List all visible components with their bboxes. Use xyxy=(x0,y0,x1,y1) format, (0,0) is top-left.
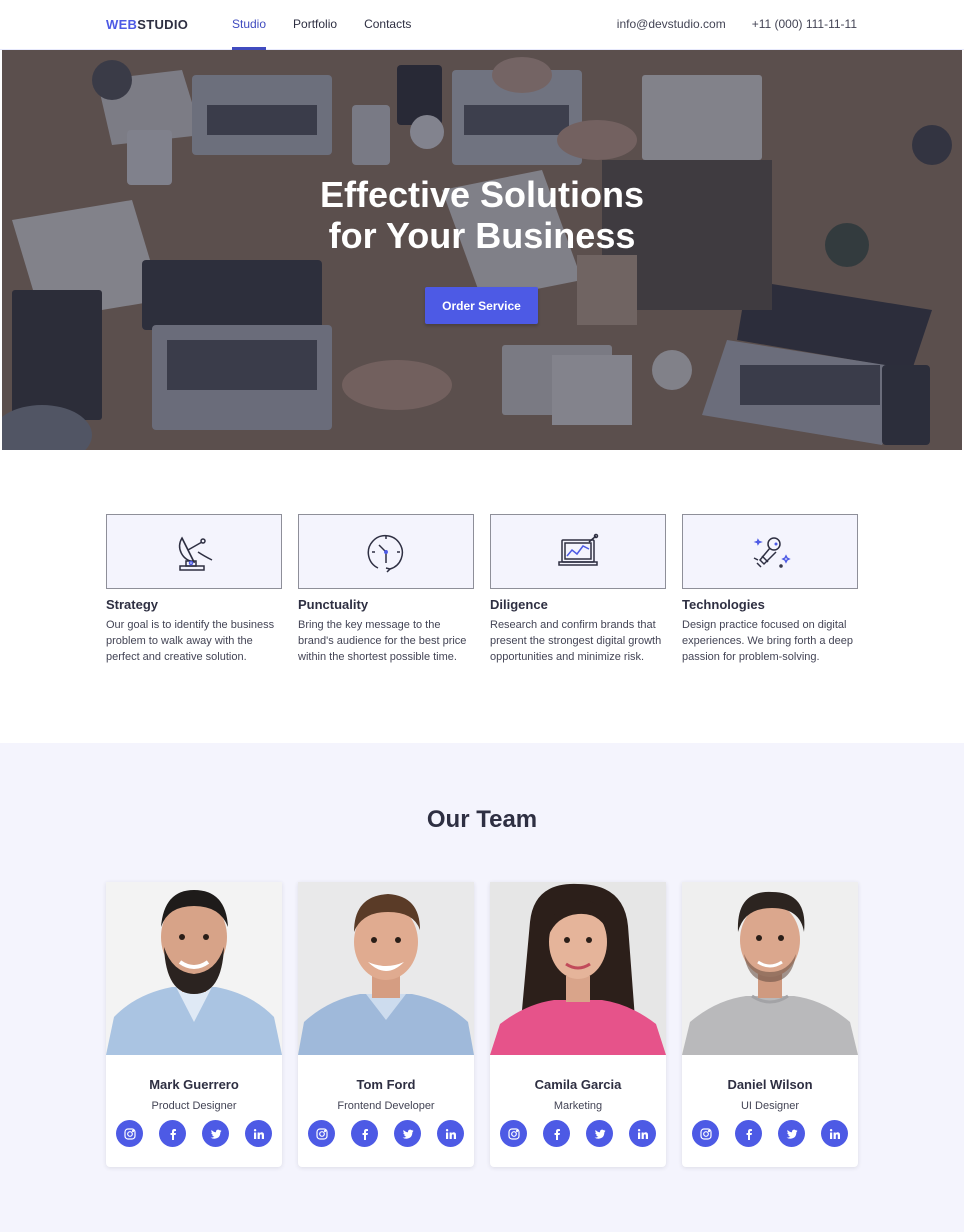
hero-section: Effective Solutions for Your Business Or… xyxy=(2,50,962,450)
laptop-chart-icon xyxy=(558,533,599,566)
twitter-icon[interactable] xyxy=(778,1120,805,1147)
feature-title: Strategy xyxy=(106,597,159,612)
instagram-icon[interactable] xyxy=(116,1120,143,1147)
nav-studio[interactable]: Studio xyxy=(232,0,267,50)
hero-title-line2: for Your Business xyxy=(328,215,636,256)
feature-icon-box xyxy=(106,514,282,589)
team-member-role: UI Designer xyxy=(740,1100,800,1112)
logo-part-studio: STUDIO xyxy=(137,17,189,32)
feature-title: Diligence xyxy=(490,597,548,612)
feature-icon-box xyxy=(682,514,858,589)
feature-text: Design practice focused on digital exper… xyxy=(682,619,854,663)
feature-technologies: Technologies Design practice focused on … xyxy=(682,514,858,665)
main-nav: Studio Portfolio Contacts xyxy=(232,0,438,50)
logo[interactable]: WEBSTUDIO xyxy=(106,17,188,32)
feature-title: Punctuality xyxy=(298,597,369,612)
team-member-name: Daniel Wilson xyxy=(727,1077,813,1092)
facebook-icon[interactable] xyxy=(735,1120,762,1147)
feature-diligence: Diligence Research and confirm brands th… xyxy=(490,514,666,665)
team-member-role: Product Designer xyxy=(151,1100,237,1112)
facebook-icon[interactable] xyxy=(159,1120,186,1147)
linkedin-icon[interactable] xyxy=(629,1120,656,1147)
team-member-name: Tom Ford xyxy=(356,1077,416,1092)
instagram-icon[interactable] xyxy=(500,1120,527,1147)
site-header: WEBSTUDIO Studio Portfolio Contacts info… xyxy=(0,0,964,50)
team-title: Our Team xyxy=(426,806,538,833)
facebook-icon[interactable] xyxy=(351,1120,378,1147)
social-links xyxy=(490,1120,666,1147)
team-card: Tom Ford Frontend Developer xyxy=(298,882,474,1167)
feature-punctuality: Punctuality Bring the key message to the… xyxy=(298,514,474,665)
instagram-icon[interactable] xyxy=(692,1120,719,1147)
team-member-role: Marketing xyxy=(553,1100,603,1112)
twitter-icon[interactable] xyxy=(202,1120,229,1147)
twitter-icon[interactable] xyxy=(586,1120,613,1147)
team-member-photo xyxy=(298,882,474,1055)
astronaut-icon xyxy=(753,536,791,568)
nav-contacts[interactable]: Contacts xyxy=(364,0,411,50)
team-section: Our Team Mark Guerrero Product Designer xyxy=(0,743,964,1232)
team-member-photo xyxy=(106,882,282,1055)
clock-icon xyxy=(367,534,403,573)
facebook-icon[interactable] xyxy=(543,1120,570,1147)
social-links xyxy=(682,1120,858,1147)
team-card: Camila Garcia Marketing xyxy=(490,882,666,1167)
linkedin-icon[interactable] xyxy=(821,1120,848,1147)
team-member-name: Camila Garcia xyxy=(534,1077,622,1092)
social-links xyxy=(298,1120,474,1147)
team-member-photo xyxy=(682,882,858,1055)
hero-title-line1: Effective Solutions xyxy=(319,174,645,215)
linkedin-icon[interactable] xyxy=(245,1120,272,1147)
team-cards: Mark Guerrero Product Designer Tom Ford … xyxy=(106,882,858,1167)
linkedin-icon[interactable] xyxy=(437,1120,464,1147)
twitter-icon[interactable] xyxy=(394,1120,421,1147)
team-member-photo xyxy=(490,882,666,1055)
nav-portfolio[interactable]: Portfolio xyxy=(293,0,337,50)
email-link[interactable]: info@devstudio.com xyxy=(617,17,726,31)
header-contacts: info@devstudio.com +11 (000) 111-11-11 xyxy=(617,17,857,31)
logo-part-web: WEB xyxy=(106,17,138,32)
feature-strategy: Strategy Our goal is to identify the bus… xyxy=(106,514,282,665)
feature-text: Bring the key message to the brand's aud… xyxy=(298,619,467,663)
order-service-button[interactable]: Order Service xyxy=(425,287,538,324)
feature-text: Research and confirm brands that present… xyxy=(490,619,662,663)
satellite-dish-icon xyxy=(178,535,213,571)
instagram-icon[interactable] xyxy=(308,1120,335,1147)
feature-icon-box xyxy=(298,514,474,589)
team-card: Mark Guerrero Product Designer xyxy=(106,882,282,1167)
features-section: Strategy Our goal is to identify the bus… xyxy=(106,514,858,665)
feature-title: Technologies xyxy=(682,597,765,612)
team-card: Daniel Wilson UI Designer xyxy=(682,882,858,1167)
team-member-role: Frontend Developer xyxy=(337,1100,435,1112)
feature-text: Our goal is to identify the business pro… xyxy=(106,619,275,663)
team-member-name: Mark Guerrero xyxy=(149,1077,239,1092)
phone-link[interactable]: +11 (000) 111-11-11 xyxy=(752,17,857,31)
hero-title: Effective Solutions for Your Business xyxy=(2,174,962,256)
feature-icon-box xyxy=(490,514,666,589)
social-links xyxy=(106,1120,282,1147)
